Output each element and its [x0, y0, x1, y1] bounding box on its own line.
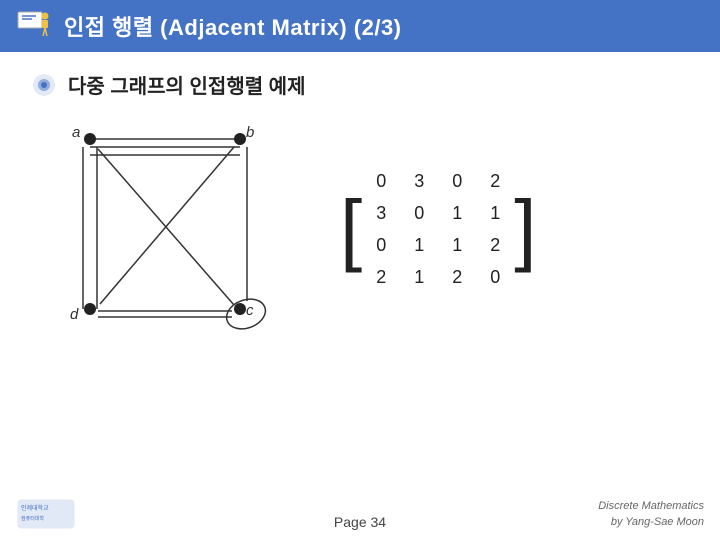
svg-text:a: a: [72, 124, 80, 141]
bullet-icon: [30, 71, 58, 99]
content-area: 다중 그래프의 인접행렬 예제: [0, 52, 720, 357]
university-logo-icon: 인제대학교 컴퓨터대학: [16, 498, 76, 530]
footer: 인제대학교 컴퓨터대학 Page 34 Discrete Mathematics…: [0, 514, 720, 530]
matrix-cell: 1: [404, 230, 434, 260]
matrix-cell: 2: [480, 166, 510, 196]
matrix-cell: 2: [480, 230, 510, 260]
matrix-cell: 0: [366, 230, 396, 260]
svg-text:컴퓨터대학: 컴퓨터대학: [21, 515, 44, 522]
svg-text:b: b: [246, 124, 254, 141]
svg-text:c: c: [246, 302, 254, 319]
matrix-cell: 0: [404, 198, 434, 228]
matrix-cell: 2: [366, 262, 396, 292]
footer-credit: Discrete Mathematics by Yang-Sae Moon: [598, 499, 704, 530]
left-bracket: [: [340, 189, 362, 269]
section-label: Graphs and Trees: [606, 8, 710, 23]
svg-text:d: d: [70, 306, 79, 323]
matrix-container: [ 0302301101122120 ]: [340, 166, 536, 292]
matrix-cell: 3: [366, 198, 396, 228]
matrix-cell: 1: [442, 198, 472, 228]
matrix-cell: 0: [366, 166, 396, 196]
matrix-cell: 3: [404, 166, 434, 196]
matrix-cell: 1: [442, 230, 472, 260]
svg-text:인제대학교: 인제대학교: [21, 504, 49, 512]
subtitle-text: 다중 그래프의 인접행렬 예제: [68, 70, 305, 99]
matrix-cell: 2: [442, 262, 472, 292]
diagram-area: a b c d [ 0302301101122120 ]: [30, 119, 690, 339]
subtitle-row: 다중 그래프의 인접행렬 예제: [30, 70, 690, 99]
footer-logo: 인제대학교 컴퓨터대학: [16, 498, 76, 530]
matrix-cell: 1: [480, 198, 510, 228]
matrix-cell: 0: [480, 262, 510, 292]
right-bracket: ]: [514, 189, 536, 269]
slide-title: 인접 행렬 (Adjacent Matrix) (2/3): [64, 10, 402, 42]
header-icon: [16, 8, 52, 44]
page-number: Page 34: [334, 514, 386, 530]
matrix-cell: 0: [442, 166, 472, 196]
footer-credit-text: Discrete Mathematics by Yang-Sae Moon: [598, 499, 704, 530]
matrix-cell: 1: [404, 262, 434, 292]
matrix-grid: 0302301101122120: [366, 166, 510, 292]
graph-diagram: a b c d: [50, 119, 280, 339]
